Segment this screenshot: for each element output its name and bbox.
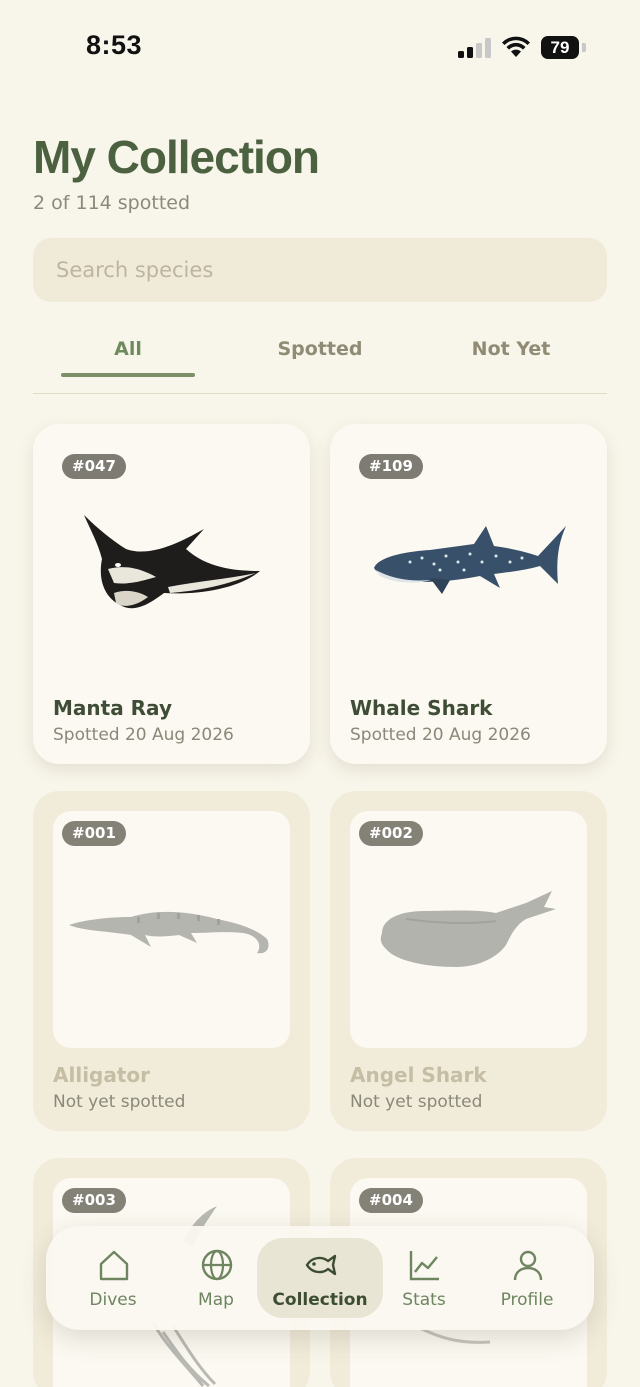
species-number-badge: #003 <box>62 1188 126 1213</box>
spotted-date: Spotted 20 Aug 2026 <box>350 725 531 745</box>
page-title: My Collection <box>33 131 320 183</box>
cellular-signal-icon <box>458 38 491 58</box>
manta-ray-illustration <box>84 515 260 609</box>
battery-indicator: 79 <box>541 36 579 59</box>
nav-dives[interactable]: Dives <box>58 1226 168 1330</box>
angel-shark-silhouette <box>380 891 556 967</box>
species-card-whale-shark[interactable]: #109 Whale Shark Spotted 20 Aug 2026 <box>330 424 607 764</box>
fish-icon <box>305 1254 337 1276</box>
species-card-manta-ray[interactable]: #047 Manta Ray Spotted 20 Aug 2026 <box>33 424 310 764</box>
spotted-date: Spotted 20 Aug 2026 <box>53 725 234 745</box>
species-number-badge: #002 <box>359 821 423 846</box>
spotted-status: Not yet spotted <box>350 1092 483 1112</box>
alligator-silhouette <box>69 911 269 954</box>
nav-label: Profile <box>500 1290 554 1310</box>
search-input[interactable] <box>33 238 607 302</box>
battery-cap <box>582 43 586 52</box>
tab-not-yet[interactable]: Not Yet <box>444 338 578 368</box>
species-card-alligator[interactable]: #001 Alligator Not yet spotted <box>33 791 310 1131</box>
species-name: Whale Shark <box>350 696 493 720</box>
species-name: Manta Ray <box>53 696 172 720</box>
globe-icon <box>201 1249 233 1281</box>
status-bar: 8:53 79 <box>0 0 640 96</box>
species-number-badge: #001 <box>62 821 126 846</box>
species-number-badge: #004 <box>359 1188 423 1213</box>
whale-shark-illustration <box>374 526 566 594</box>
tab-all[interactable]: All <box>61 338 195 368</box>
active-tab-indicator <box>61 373 195 377</box>
filter-tabs: All Spotted Not Yet <box>33 320 607 394</box>
nav-profile[interactable]: Profile <box>472 1226 582 1330</box>
spotted-status: Not yet spotted <box>53 1092 186 1112</box>
species-number-badge: #047 <box>62 454 126 479</box>
species-name: Angel Shark <box>350 1063 487 1087</box>
species-name: Alligator <box>53 1063 151 1087</box>
nav-label: Stats <box>402 1290 446 1310</box>
tab-spotted[interactable]: Spotted <box>253 338 387 368</box>
home-icon <box>99 1250 129 1281</box>
status-time: 8:53 <box>86 30 143 60</box>
chart-icon <box>409 1251 439 1281</box>
nav-label: Dives <box>89 1290 137 1310</box>
nav-label: Collection <box>272 1290 368 1310</box>
nav-label: Map <box>198 1290 234 1310</box>
species-number-badge: #109 <box>359 454 423 479</box>
species-card-angel-shark[interactable]: #002 Angel Shark Not yet spotted <box>330 791 607 1131</box>
nav-map[interactable]: Map <box>161 1226 271 1330</box>
nav-stats[interactable]: Stats <box>369 1226 479 1330</box>
person-icon <box>513 1250 543 1281</box>
spotted-count: 2 of 114 spotted <box>33 192 191 214</box>
wifi-icon <box>502 36 530 57</box>
bottom-navigation: Dives Map Collection Stats Profile <box>46 1226 594 1330</box>
nav-collection[interactable]: Collection <box>257 1226 383 1330</box>
